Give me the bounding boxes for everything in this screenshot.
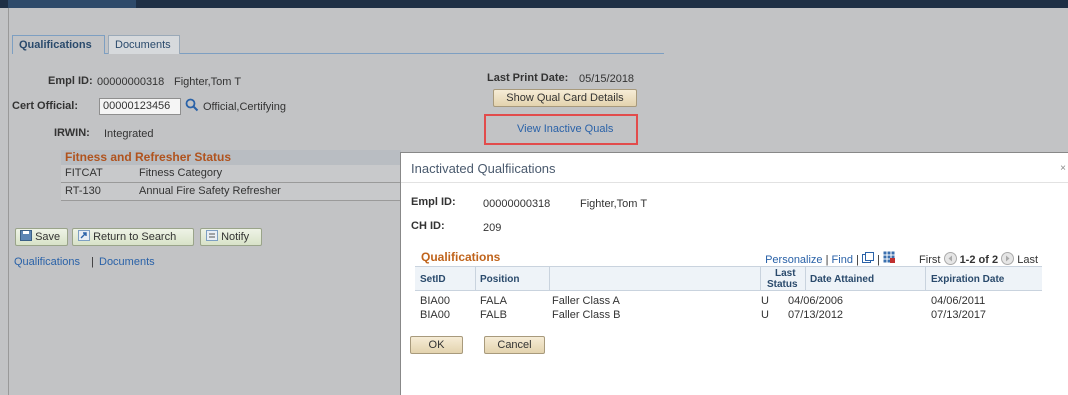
nav-separator: | — [877, 254, 880, 266]
top-banner-tab — [8, 0, 136, 8]
footer-link-documents[interactable]: Documents — [99, 256, 155, 268]
cell-status: U — [761, 295, 769, 307]
modal-empl-id-label: Empl ID: — [411, 196, 456, 208]
highlight-box — [484, 114, 638, 145]
modal-ch-id-value: 209 — [483, 222, 502, 234]
footer-link-separator: | — [91, 256, 94, 268]
cell-setid: BIA00 — [420, 309, 450, 321]
irwin-value: Integrated — [104, 128, 154, 140]
column-divider — [760, 267, 761, 291]
column-divider — [925, 267, 926, 291]
employee-name: Fighter,Tom T — [174, 76, 242, 88]
tab-qualifications[interactable]: Qualifications — [12, 35, 105, 54]
next-icon[interactable] — [1001, 252, 1015, 266]
footer-link-qualifications[interactable]: Qualifications — [14, 256, 80, 268]
grid-navigation: Personalize | Find | | First 1-2 of 2 La… — [765, 251, 1038, 266]
fitness-description: Annual Fire Safety Refresher — [139, 185, 281, 197]
table-row: BIA00 FALB Faller Class B U 07/13/2012 0… — [415, 309, 1042, 323]
last-print-date-label: Last Print Date: — [487, 72, 569, 84]
column-divider — [549, 267, 550, 291]
save-icon — [20, 230, 32, 241]
col-expiration-date[interactable]: Expiration Date — [931, 274, 1004, 285]
close-icon[interactable]: × — [1060, 163, 1066, 174]
column-divider — [475, 267, 476, 291]
cert-official-name: Official,Certifying — [203, 101, 286, 113]
modal-empl-id-value: 00000000318 — [483, 198, 551, 210]
last-print-date: 05/15/2018 — [579, 73, 635, 85]
nav-separator: | — [856, 254, 859, 266]
cell-setid: BIA00 — [420, 295, 450, 307]
modal-employee-name: Fighter,Tom T — [580, 198, 648, 210]
grid-header: Qualifications Personalize | Find | | Fi… — [415, 247, 1042, 267]
last-label: Last — [1017, 254, 1038, 266]
tab-bar: Qualifications Documents — [12, 35, 664, 54]
cell-date-attained: 07/13/2012 — [788, 309, 844, 321]
personalize-link[interactable]: Personalize — [765, 254, 822, 266]
notify-button[interactable]: Notify — [200, 228, 262, 246]
save-button[interactable]: Save — [15, 228, 68, 246]
return-to-search-label: Return to Search — [93, 231, 177, 243]
irwin-label: IRWIN: — [54, 127, 90, 139]
col-date-attained[interactable]: Date Attained — [810, 274, 874, 285]
modal-divider — [401, 182, 1068, 183]
col-last-status-line1[interactable]: Last — [775, 268, 796, 279]
empl-id-value: 00000000318 — [97, 76, 165, 88]
cell-description: Faller Class A — [552, 295, 620, 307]
cell-description: Faller Class B — [552, 309, 621, 321]
grid-title: Qualifications — [421, 250, 501, 264]
inactive-quals-modal: Inactivated Qualfiications × Empl ID: 00… — [400, 152, 1068, 395]
ok-button[interactable]: OK — [410, 336, 463, 354]
fitness-status-grid: Fitness and Refresher Status FITCAT Fitn… — [61, 150, 401, 206]
return-arrow-icon — [78, 230, 90, 241]
empl-id-label: Empl ID: — [48, 75, 93, 87]
modal-ch-id-label: CH ID: — [411, 220, 445, 232]
view-all-icon[interactable] — [861, 252, 874, 266]
fitness-description: Fitness Category — [139, 167, 223, 179]
fitness-status-title: Fitness and Refresher Status — [61, 150, 401, 165]
qualifications-grid: Qualifications Personalize | Find | | Fi… — [415, 247, 1042, 323]
show-qual-card-button[interactable]: Show Qual Card Details — [493, 89, 637, 107]
fitness-code: FITCAT — [65, 167, 103, 179]
return-to-search-button[interactable]: Return to Search — [72, 228, 194, 246]
download-icon[interactable] — [882, 251, 895, 266]
tab-documents[interactable]: Documents — [108, 35, 180, 54]
find-link[interactable]: Find — [832, 254, 853, 266]
cell-status: U — [761, 309, 769, 321]
col-setid[interactable]: SetID — [420, 274, 446, 285]
left-border — [8, 8, 9, 395]
previous-icon[interactable] — [943, 252, 957, 266]
col-position[interactable]: Position — [480, 274, 519, 285]
table-row: BIA00 FALA Faller Class A U 04/06/2006 0… — [415, 295, 1042, 309]
first-label: First — [919, 254, 941, 266]
fitness-code: RT-130 — [65, 185, 101, 197]
col-last-status-line2[interactable]: Status — [767, 279, 798, 290]
fitness-row: FITCAT Fitness Category — [61, 165, 401, 183]
cert-official-field[interactable]: 00000123456 — [99, 98, 181, 115]
cell-date-attained: 04/06/2006 — [788, 295, 844, 307]
grid-column-headers: SetID Position Last Status Date Attained… — [415, 267, 1042, 291]
nav-separator: | — [825, 254, 829, 266]
cell-position: FALA — [480, 295, 507, 307]
search-icon[interactable] — [185, 98, 199, 115]
column-divider — [805, 267, 806, 291]
cell-position: FALB — [480, 309, 507, 321]
cell-expiration-date: 04/06/2011 — [931, 295, 986, 307]
cell-expiration-date: 07/13/2017 — [931, 309, 987, 321]
cert-official-label: Cert Official: — [12, 100, 79, 112]
row-range: 1-2 of 2 — [959, 254, 999, 266]
notify-icon — [206, 230, 218, 241]
cancel-button[interactable]: Cancel — [484, 336, 545, 354]
fitness-row: RT-130 Annual Fire Safety Refresher — [61, 183, 401, 201]
save-label: Save — [35, 231, 61, 243]
notify-label: Notify — [221, 231, 250, 243]
modal-title: Inactivated Qualfiications — [411, 161, 556, 176]
top-banner — [0, 0, 1068, 8]
